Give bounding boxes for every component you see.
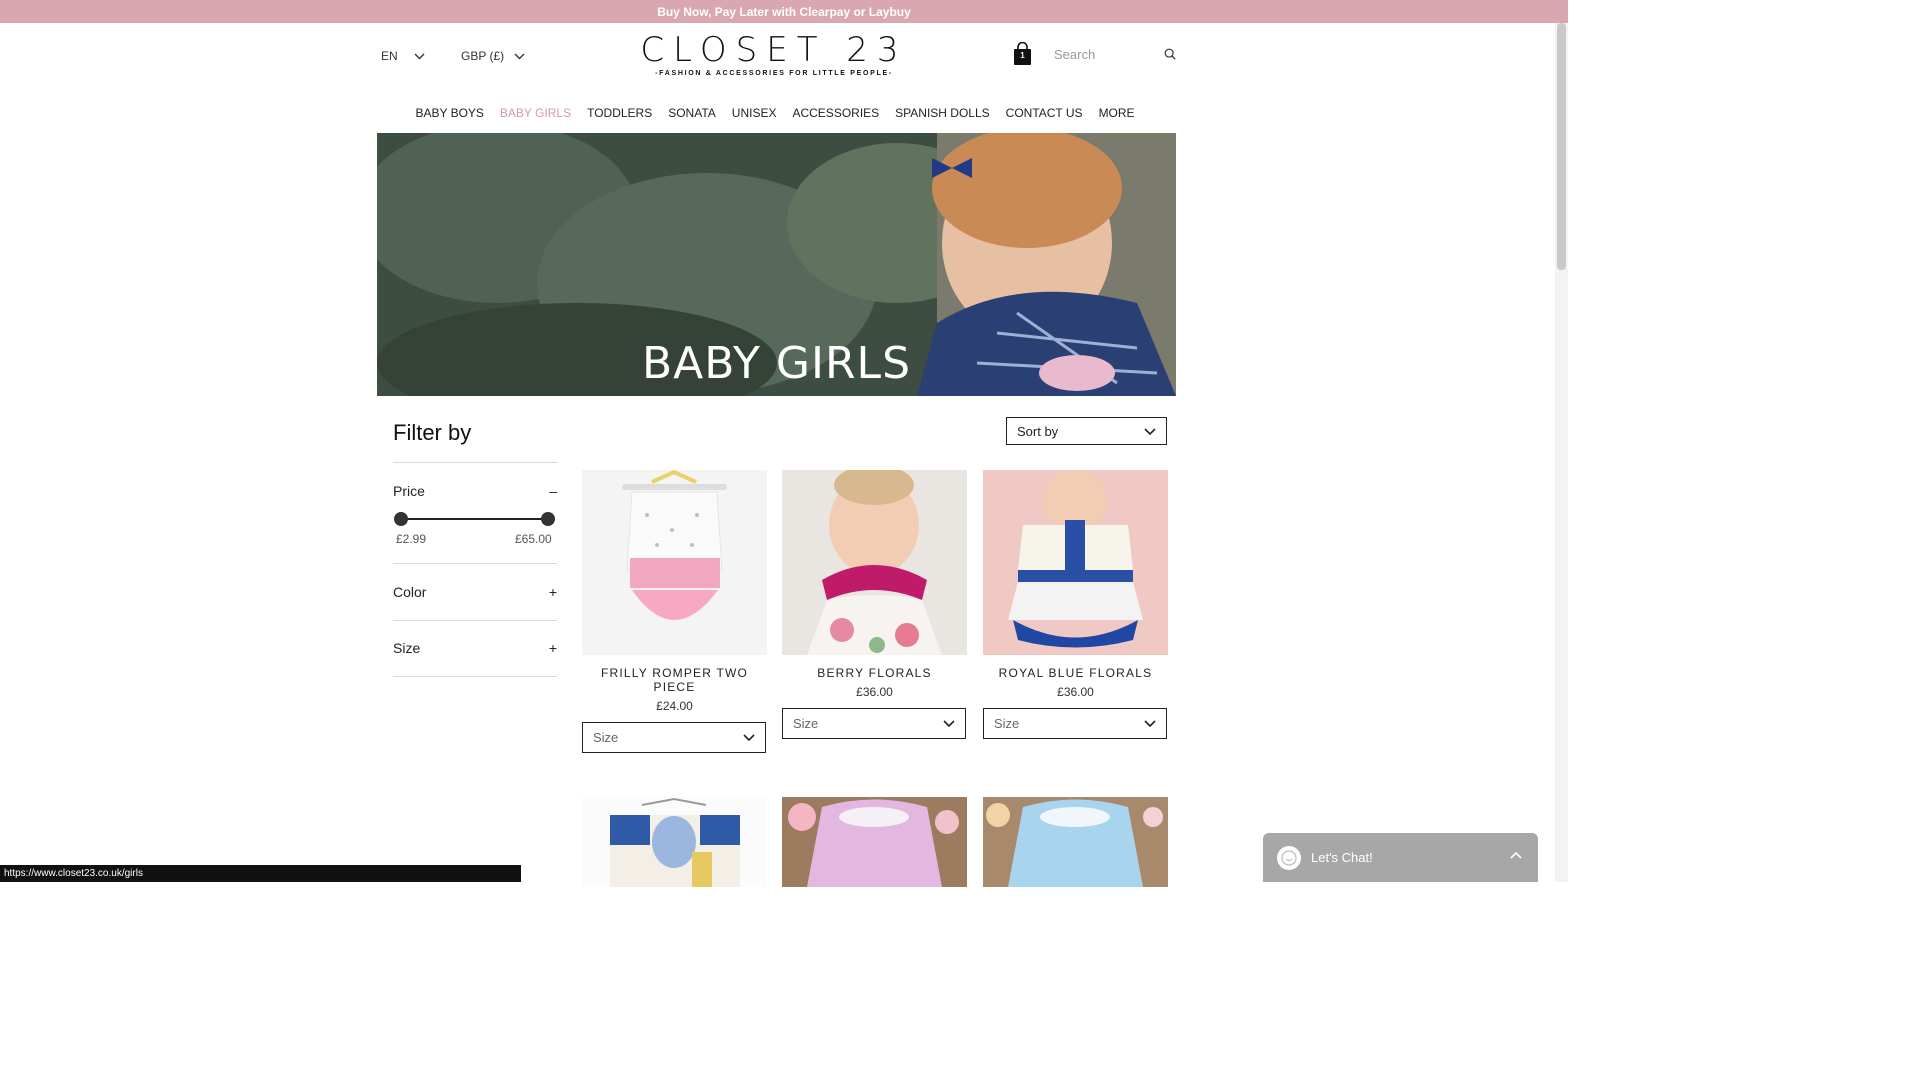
size-dropdown[interactable]: Size xyxy=(983,708,1167,739)
status-url: https://www.closet23.co.uk/girls xyxy=(4,868,143,879)
expand-icon: + xyxy=(548,584,557,600)
cart-button[interactable]: 1 xyxy=(1013,41,1032,66)
product-image[interactable] xyxy=(582,470,767,655)
product-photo xyxy=(782,470,967,655)
chat-widget[interactable]: Let's Chat! xyxy=(1263,833,1538,882)
product-price: £24.00 xyxy=(656,699,693,713)
product-image[interactable] xyxy=(983,797,1168,887)
nav-item-spanish-dolls[interactable]: SPANISH DOLLS xyxy=(895,106,989,120)
price-slider-min-handle[interactable] xyxy=(394,512,408,526)
chevron-up-icon xyxy=(1510,851,1522,859)
collapse-icon: – xyxy=(549,483,557,499)
cart-count: 1 xyxy=(1020,51,1025,60)
hero-banner: BABY GIRLS xyxy=(377,133,1176,396)
size-dropdown[interactable]: Size xyxy=(582,722,766,753)
price-min-value: £2.99 xyxy=(396,532,427,546)
chat-label: Let's Chat! xyxy=(1311,850,1373,865)
chat-bubble-icon xyxy=(1277,845,1301,870)
logo-tagline: -FASHION & ACCESSORIES FOR LITTLE PEOPLE… xyxy=(655,70,893,77)
site-logo[interactable]: CLOSET 23 -FASHION & ACCESSORIES FOR LIT… xyxy=(640,31,908,77)
product-photo xyxy=(983,797,1168,887)
chevron-down-icon xyxy=(1144,720,1156,727)
color-filter-label: Color xyxy=(393,584,427,600)
product-card: BERRY FLORALS £36.00 Size xyxy=(782,470,967,739)
nav-item-contact-us[interactable]: CONTACT US xyxy=(1006,106,1083,120)
chevron-down-icon xyxy=(943,720,955,727)
size-placeholder: Size xyxy=(593,730,619,745)
scrollbar-thumb[interactable] xyxy=(1557,23,1566,270)
size-placeholder: Size xyxy=(793,716,819,731)
product-name[interactable]: ROYAL BLUE FLORALS xyxy=(983,666,1168,680)
price-slider-max-handle[interactable] xyxy=(541,512,555,526)
product-card: ROYAL BLUE FLORALS £36.00 Size xyxy=(983,470,1168,739)
language-selector[interactable]: EN xyxy=(381,49,425,63)
price-max-value: £65.00 xyxy=(515,532,552,546)
product-name[interactable]: FRILLY ROMPER TWO PIECE xyxy=(582,666,767,694)
divider xyxy=(393,563,557,564)
nav-item-sonata[interactable]: SONATA xyxy=(668,106,716,120)
product-price: £36.00 xyxy=(1057,685,1094,699)
search-input[interactable] xyxy=(1050,46,1158,62)
nav-item-baby-girls[interactable]: BABY GIRLS xyxy=(500,106,571,120)
currency-selector[interactable]: GBP (£) xyxy=(461,49,525,63)
nav-item-baby-boys[interactable]: BABY BOYS xyxy=(415,106,483,120)
search-bar xyxy=(1050,42,1176,66)
price-filter-label: Price xyxy=(393,483,425,499)
size-dropdown[interactable]: Size xyxy=(782,708,966,739)
sort-label: Sort by xyxy=(1017,423,1059,439)
nav-item-accessories[interactable]: ACCESSORIES xyxy=(792,106,879,120)
price-filter-toggle[interactable]: Price – xyxy=(393,483,557,499)
chevron-down-icon xyxy=(743,734,755,741)
expand-icon: + xyxy=(548,640,557,656)
divider xyxy=(393,676,557,677)
filter-title: Filter by xyxy=(393,420,472,445)
currency-label: GBP (£) xyxy=(461,49,505,63)
promo-text: Buy Now, Pay Later with Clearpay or Layb… xyxy=(657,4,911,19)
divider xyxy=(393,462,557,463)
browser-status-bar: https://www.closet23.co.uk/girls xyxy=(0,865,521,882)
nav-item-toddlers[interactable]: TODDLERS xyxy=(587,106,652,120)
sort-dropdown[interactable]: Sort by xyxy=(1006,417,1167,445)
hero-title: BABY GIRLS xyxy=(641,338,911,389)
product-photo xyxy=(983,470,1168,655)
divider xyxy=(393,620,557,621)
product-name[interactable]: BERRY FLORALS xyxy=(782,666,967,680)
nav-item-more[interactable]: MORE xyxy=(1099,106,1135,120)
size-filter-label: Size xyxy=(393,640,421,656)
logo-title: CLOSET 23 xyxy=(640,30,908,70)
nav-item-unisex[interactable]: UNISEX xyxy=(732,106,777,120)
chevron-down-icon xyxy=(1144,427,1156,435)
main-nav: BABY BOYS BABY GIRLS TODDLERS SONATA UNI… xyxy=(0,106,1568,120)
product-image[interactable] xyxy=(782,470,967,655)
product-price: £36.00 xyxy=(856,685,893,699)
product-photo xyxy=(582,470,767,655)
product-image[interactable] xyxy=(983,470,1168,655)
color-filter-toggle[interactable]: Color + xyxy=(393,584,557,600)
size-placeholder: Size xyxy=(994,716,1020,731)
language-label: EN xyxy=(381,49,398,63)
promo-banner: Buy Now, Pay Later with Clearpay or Layb… xyxy=(0,0,1568,23)
product-photo xyxy=(782,797,967,887)
chevron-down-icon xyxy=(414,53,425,59)
product-photo xyxy=(582,797,767,887)
product-card: FRILLY ROMPER TWO PIECE £24.00 Size xyxy=(582,470,767,753)
chevron-down-icon xyxy=(514,53,525,59)
product-image[interactable] xyxy=(582,797,767,887)
size-filter-toggle[interactable]: Size + xyxy=(393,640,557,656)
product-image[interactable] xyxy=(782,797,967,887)
page-scrollbar[interactable] xyxy=(1555,23,1568,882)
search-icon[interactable] xyxy=(1164,47,1176,61)
price-slider-track[interactable] xyxy=(400,518,548,520)
